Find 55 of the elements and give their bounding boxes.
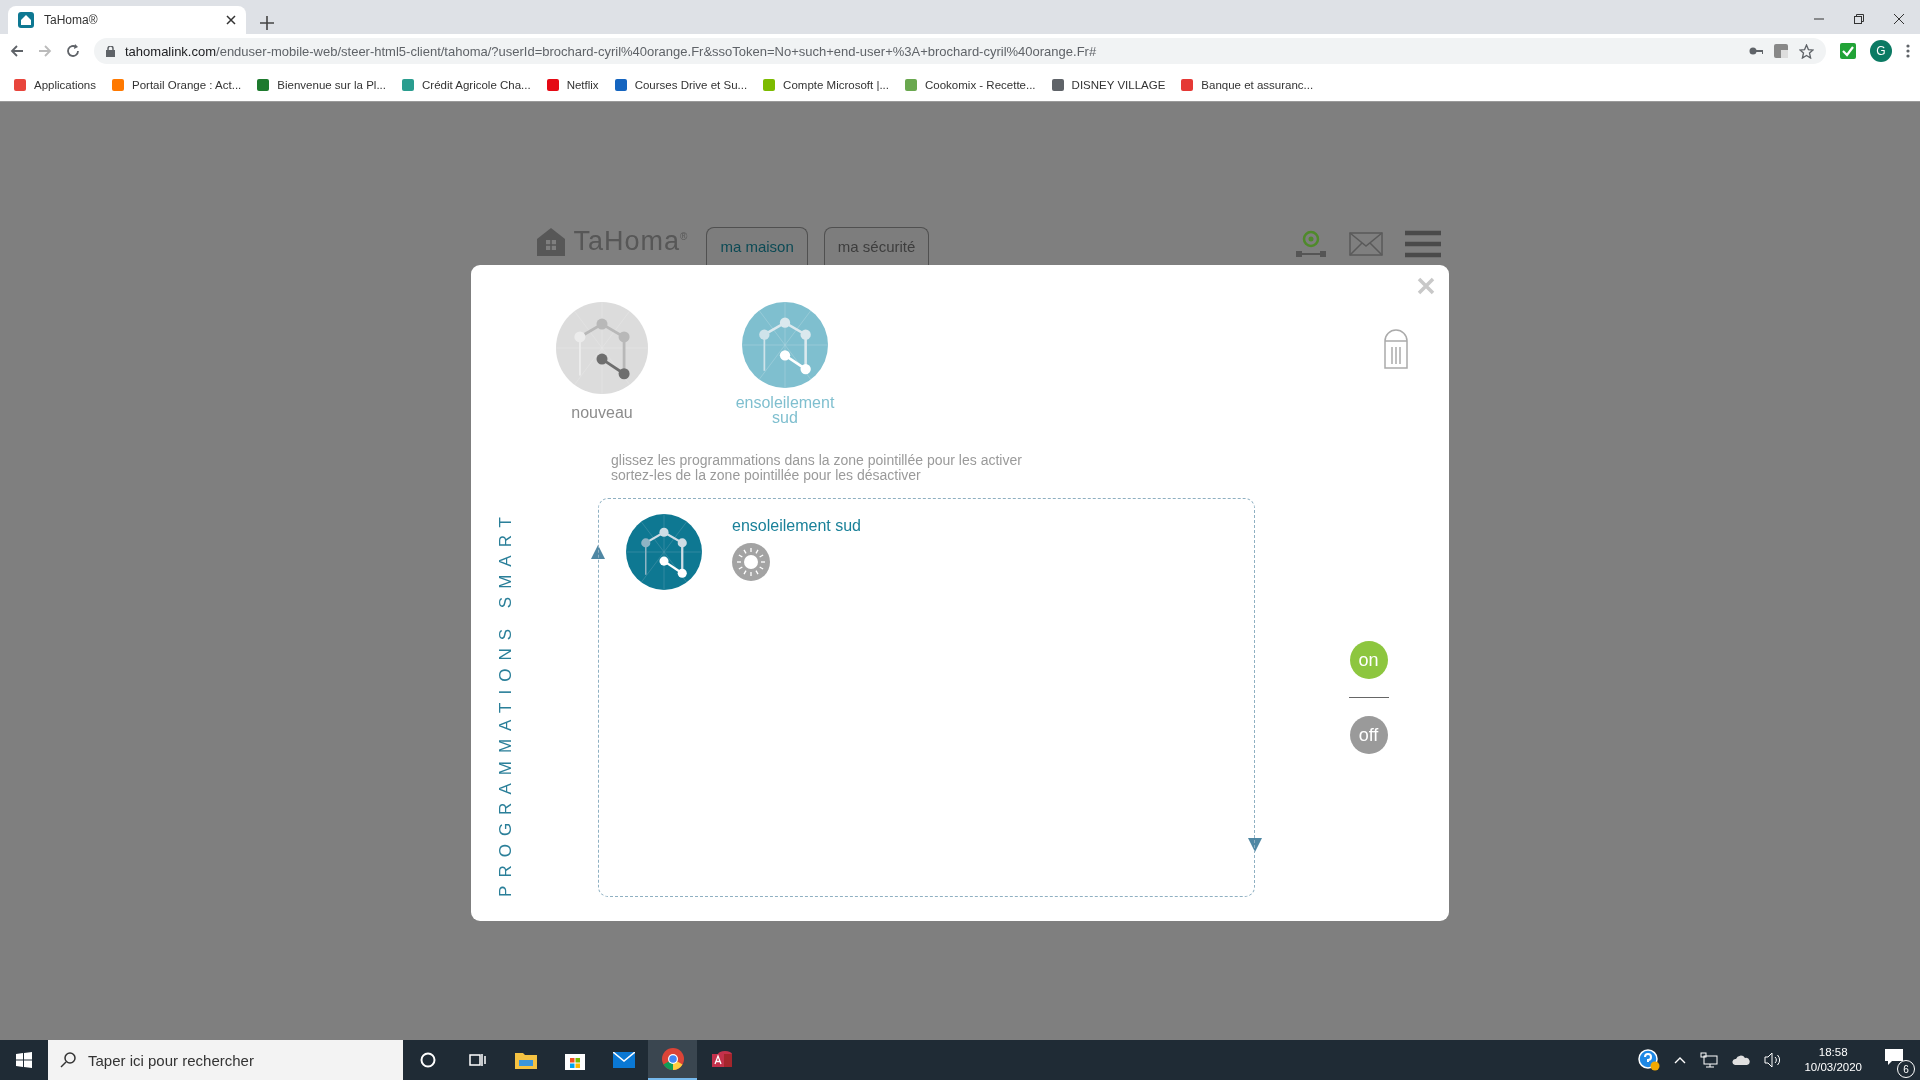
clock-time[interactable]: 18:58 <box>1818 1045 1848 1060</box>
sun-icon <box>732 543 770 581</box>
tab-title: TaHoma® <box>44 13 99 27</box>
notification-count: 6 <box>1897 1060 1915 1078</box>
profile-avatar[interactable]: G <box>1870 40 1892 62</box>
bookmark[interactable]: Compte Microsoft |... <box>763 78 889 91</box>
notification-icon[interactable] <box>1884 1048 1904 1066</box>
close-icon[interactable] <box>226 15 236 25</box>
task-view-icon[interactable] <box>467 1052 486 1068</box>
checkmark-extension-icon[interactable] <box>1840 43 1856 59</box>
volume-icon[interactable] <box>1764 1052 1783 1068</box>
house-icon <box>535 226 566 257</box>
bookmark[interactable]: Netflix <box>546 78 599 91</box>
bookmark[interactable]: Portail Orange : Act... <box>112 78 242 91</box>
star-icon[interactable] <box>1799 43 1814 59</box>
mail-icon[interactable] <box>612 1052 635 1068</box>
windows-icon[interactable] <box>16 1052 32 1068</box>
bookmark[interactable]: Cookomix - Recette... <box>905 78 1036 91</box>
cortana-icon[interactable] <box>419 1052 436 1068</box>
help-icon[interactable] <box>1638 1049 1661 1071</box>
network-icon[interactable] <box>1700 1052 1719 1068</box>
search-icon <box>60 1052 76 1068</box>
down-arrow-icon[interactable] <box>1248 838 1262 852</box>
new-tab-icon[interactable] <box>260 16 274 30</box>
program-title[interactable]: ensoleilement sud <box>732 517 861 535</box>
lock-icon <box>106 45 115 57</box>
network-icon <box>556 302 648 394</box>
chevron-up-icon[interactable] <box>1674 1056 1687 1064</box>
bookmark[interactable]: DISNEY VILLAGE <box>1051 78 1166 91</box>
search-field[interactable]: Taper ici pour rechercher <box>48 1040 403 1080</box>
chrome-icon[interactable] <box>661 1048 684 1070</box>
database-app-icon[interactable] <box>710 1050 733 1070</box>
reload-icon[interactable] <box>66 44 80 58</box>
bookmark[interactable]: Bienvenue sur la Pl... <box>257 78 386 91</box>
bookmark[interactable]: Crédit Agricole Cha... <box>402 78 531 91</box>
house-icon <box>18 12 34 28</box>
section-label: PROGRAMMATIONS SMART <box>496 509 516 897</box>
browser-tab[interactable]: TaHoma® <box>8 6 246 34</box>
clock-date[interactable]: 10/03/2020 <box>1804 1060 1862 1075</box>
close-icon[interactable] <box>1894 14 1904 24</box>
network-icon <box>742 302 828 388</box>
bookmark[interactable]: Applications <box>14 78 96 91</box>
cloud-icon[interactable] <box>1732 1055 1751 1065</box>
folder-icon[interactable] <box>514 1051 537 1069</box>
address-bar[interactable]: tahomalink.com/enduser-mobile-web/steer-html5-client/tahoma/?userId=brochard-cyril%40orange.Fr&ssoToken=No+such+end-user+%3A+brochard-cyril%40orange.Fr# <box>94 38 1826 64</box>
network-icon <box>626 514 702 590</box>
back-icon[interactable] <box>10 44 24 58</box>
instruction-text: glissez les programmations dans la zone pointillée pour les activer sortez-les de la zone pointillée pour les désactiver <box>610 453 1023 483</box>
menu-icon[interactable] <box>1906 44 1910 58</box>
restore-icon[interactable] <box>1854 14 1864 24</box>
up-arrow-icon[interactable] <box>591 545 605 559</box>
drop-zone[interactable]: ensoleilement sud <box>598 498 1255 897</box>
key-icon[interactable] <box>1749 46 1763 56</box>
bookmark[interactable]: Banque et assuranc... <box>1181 78 1314 91</box>
bookmark[interactable]: Courses Drive et Su... <box>614 78 748 91</box>
